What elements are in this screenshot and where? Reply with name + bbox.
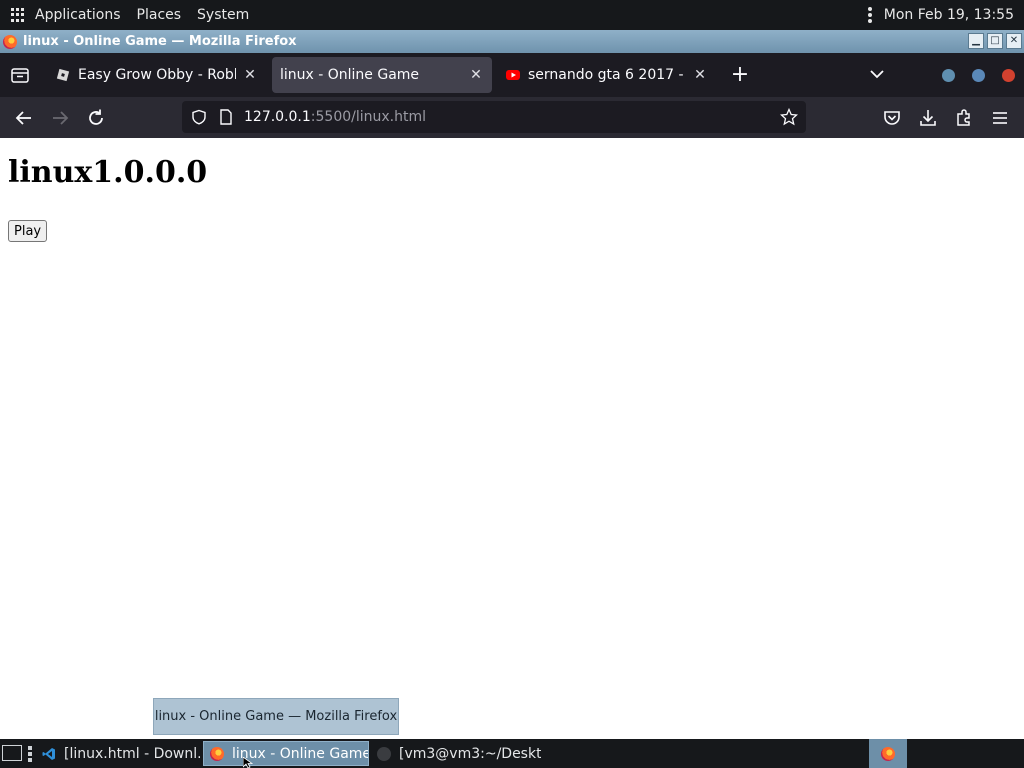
window-titlebar[interactable]: linux - Online Game — Mozilla Firefox ▁ … — [0, 30, 1024, 53]
taskbar: [linux.html - Downl... linux - Online Ga… — [0, 739, 1024, 768]
menu-applications[interactable]: Applications — [35, 7, 121, 23]
close-tab-icon[interactable]: ✕ — [242, 67, 258, 83]
window-dot-3[interactable] — [1002, 69, 1015, 82]
navigation-bar: 127.0.0.1:5500/linux.html — [0, 97, 1024, 138]
tab-label: sernando gta 6 2017 - YouTube — [528, 67, 686, 83]
taskbar-item-vscode[interactable]: [linux.html - Downl... — [36, 741, 200, 766]
firefox-view-icon[interactable] — [10, 66, 30, 84]
tab-bar: Easy Grow Obby - Roblox ✕ linux - Online… — [0, 53, 1024, 97]
minimize-button[interactable]: ▁ — [968, 33, 984, 49]
play-button[interactable]: Play — [8, 220, 48, 242]
download-icon[interactable] — [917, 107, 939, 129]
close-window-button[interactable]: ✕ — [1006, 33, 1022, 49]
reload-icon[interactable] — [85, 107, 107, 129]
back-arrow-icon[interactable] — [13, 107, 35, 129]
youtube-icon — [506, 70, 520, 80]
extensions-icon[interactable] — [953, 107, 975, 129]
tab-label: linux - Online Game — [280, 67, 420, 83]
hamburger-menu-icon[interactable] — [989, 107, 1011, 129]
page-heading: linux1.0.0.0 — [8, 155, 208, 190]
firefox-icon — [881, 746, 895, 761]
close-tab-icon[interactable]: ✕ — [692, 67, 708, 83]
url-host: 127.0.0.1 — [244, 109, 311, 125]
taskbar-item-label: [vm3@vm3:~/Deskt... — [399, 745, 541, 762]
window-dot-2[interactable] — [972, 69, 985, 82]
url-path: :5500/linux.html — [310, 109, 427, 125]
apps-grid-icon[interactable] — [11, 8, 25, 22]
mouse-cursor-icon — [243, 757, 253, 768]
top-panel: Applications Places System Mon Feb 19, 1… — [0, 0, 1024, 30]
taskbar-item-firefox[interactable]: linux - Online Game... — [203, 741, 369, 766]
firefox-icon — [3, 34, 17, 49]
terminal-icon — [377, 746, 391, 761]
tray-firefox-button[interactable] — [869, 739, 907, 768]
forward-arrow-icon[interactable] — [49, 107, 71, 129]
page-content: linux1.0.0.0 Play — [0, 138, 1024, 738]
close-tab-icon[interactable]: ✕ — [468, 67, 484, 83]
shield-icon[interactable] — [191, 109, 207, 125]
new-tab-button[interactable]: + — [730, 64, 750, 86]
taskbar-item-label: [linux.html - Downl... — [64, 745, 200, 762]
window-dot-1[interactable] — [942, 69, 955, 82]
roblox-icon — [56, 68, 70, 82]
menu-places[interactable]: Places — [137, 7, 182, 23]
clock[interactable]: Mon Feb 19, 13:55 — [884, 7, 1014, 23]
url-bar[interactable]: 127.0.0.1:5500/linux.html — [182, 101, 806, 133]
vscode-icon — [42, 747, 55, 760]
page-icon[interactable] — [219, 109, 233, 125]
taskbar-handle-icon[interactable] — [28, 746, 32, 762]
firefox-icon — [210, 746, 224, 761]
panel-kebab-icon[interactable] — [867, 7, 872, 23]
tab-youtube[interactable]: sernando gta 6 2017 - YouTube ✕ — [498, 57, 716, 93]
window-title: linux - Online Game — Mozilla Firefox — [23, 34, 297, 49]
pocket-icon[interactable] — [881, 107, 903, 129]
tab-easy-grow-obby[interactable]: Easy Grow Obby - Roblox ✕ — [48, 57, 266, 93]
tab-linux-online-game[interactable]: linux - Online Game ✕ — [272, 57, 492, 93]
tab-label: Easy Grow Obby - Roblox — [78, 67, 236, 83]
show-desktop-icon[interactable] — [2, 745, 22, 761]
taskbar-item-terminal[interactable]: [vm3@vm3:~/Deskt... — [371, 741, 541, 766]
menu-system[interactable]: System — [197, 7, 249, 23]
taskbar-tooltip: linux - Online Game — Mozilla Firefox — [153, 698, 399, 735]
bookmark-star-icon[interactable] — [780, 108, 798, 126]
maximize-button[interactable]: □ — [987, 33, 1003, 49]
chevron-down-icon[interactable] — [868, 65, 886, 83]
